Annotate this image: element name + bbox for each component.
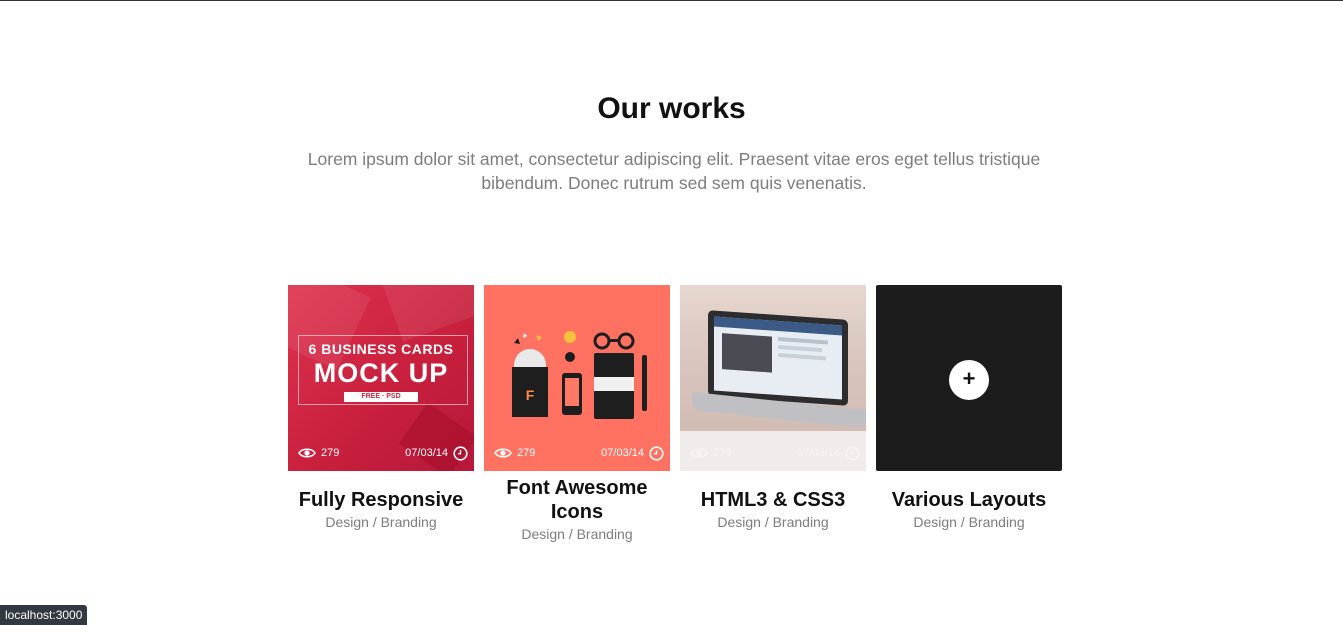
section-title: Our works xyxy=(597,92,746,125)
work-card-html3-css3: 279 07/03/14 HTML3 & CSS3 Design / Brand… xyxy=(680,285,866,544)
eye-icon xyxy=(690,447,708,459)
work-title[interactable]: Various Layouts xyxy=(892,488,1047,512)
page: Our works Lorem ipsum dolor sit amet, co… xyxy=(0,0,1343,625)
thumb-text-line2: MOCK UP xyxy=(313,358,449,388)
work-title[interactable]: Fully Responsive xyxy=(299,488,464,512)
work-title[interactable]: HTML3 & CSS3 xyxy=(701,488,845,512)
view-count: 279 xyxy=(517,447,536,459)
section-subtitle: Lorem ipsum dolor sit amet, consectetur … xyxy=(307,149,1041,193)
svg-text:F: F xyxy=(526,387,535,403)
clock-icon xyxy=(649,445,664,461)
post-date: 07/03/14 xyxy=(797,447,840,459)
work-thumbnail[interactable]: F 279 07/03/14 xyxy=(484,285,670,471)
eye-icon xyxy=(298,447,316,459)
thumb-text-line1: 6 BUSINESS CARDS xyxy=(308,341,454,357)
laptop-display xyxy=(714,316,842,400)
work-card-fully-responsive: 6 BUSINESS CARDS MOCK UP FREE · PSD 279 … xyxy=(288,285,474,544)
decorative-shape xyxy=(379,285,474,342)
thumb-meta: 279 07/03/14 xyxy=(288,443,474,463)
clock-icon xyxy=(845,445,860,461)
plus-icon[interactable]: + xyxy=(949,360,989,400)
work-category: Design / Branding xyxy=(717,514,829,530)
browser-status-bar: localhost:3000 xyxy=(0,605,88,625)
work-category: Design / Branding xyxy=(325,514,437,530)
post-date: 07/03/14 xyxy=(601,447,644,459)
thumb-meta: 279 07/03/14 xyxy=(484,443,670,463)
work-category: Design / Branding xyxy=(521,526,633,542)
thumb-meta: 279 07/03/14 xyxy=(680,443,866,463)
work-thumbnail[interactable]: 6 BUSINESS CARDS MOCK UP FREE · PSD 279 … xyxy=(288,285,474,471)
view-count: 279 xyxy=(321,447,340,459)
work-title[interactable]: Font Awesome Icons xyxy=(492,476,662,524)
work-thumbnail[interactable]: + xyxy=(876,285,1062,471)
work-card-various-layouts: + Various Layouts Design / Branding xyxy=(876,285,1062,544)
work-category: Design / Branding xyxy=(913,514,1025,530)
post-date: 07/03/14 xyxy=(405,447,448,459)
clock-icon xyxy=(453,445,468,461)
works-grid: 6 BUSINESS CARDS MOCK UP FREE · PSD 279 … xyxy=(288,285,1062,544)
view-count: 279 xyxy=(713,447,732,459)
eye-icon xyxy=(494,447,512,459)
work-thumbnail[interactable]: 279 07/03/14 xyxy=(680,285,866,471)
thumb-badge: FREE · PSD xyxy=(344,392,418,402)
laptop-screen xyxy=(708,310,848,406)
work-card-font-awesome-icons: F 279 07/03/14 Font Awesome Icons Design… xyxy=(484,285,670,544)
